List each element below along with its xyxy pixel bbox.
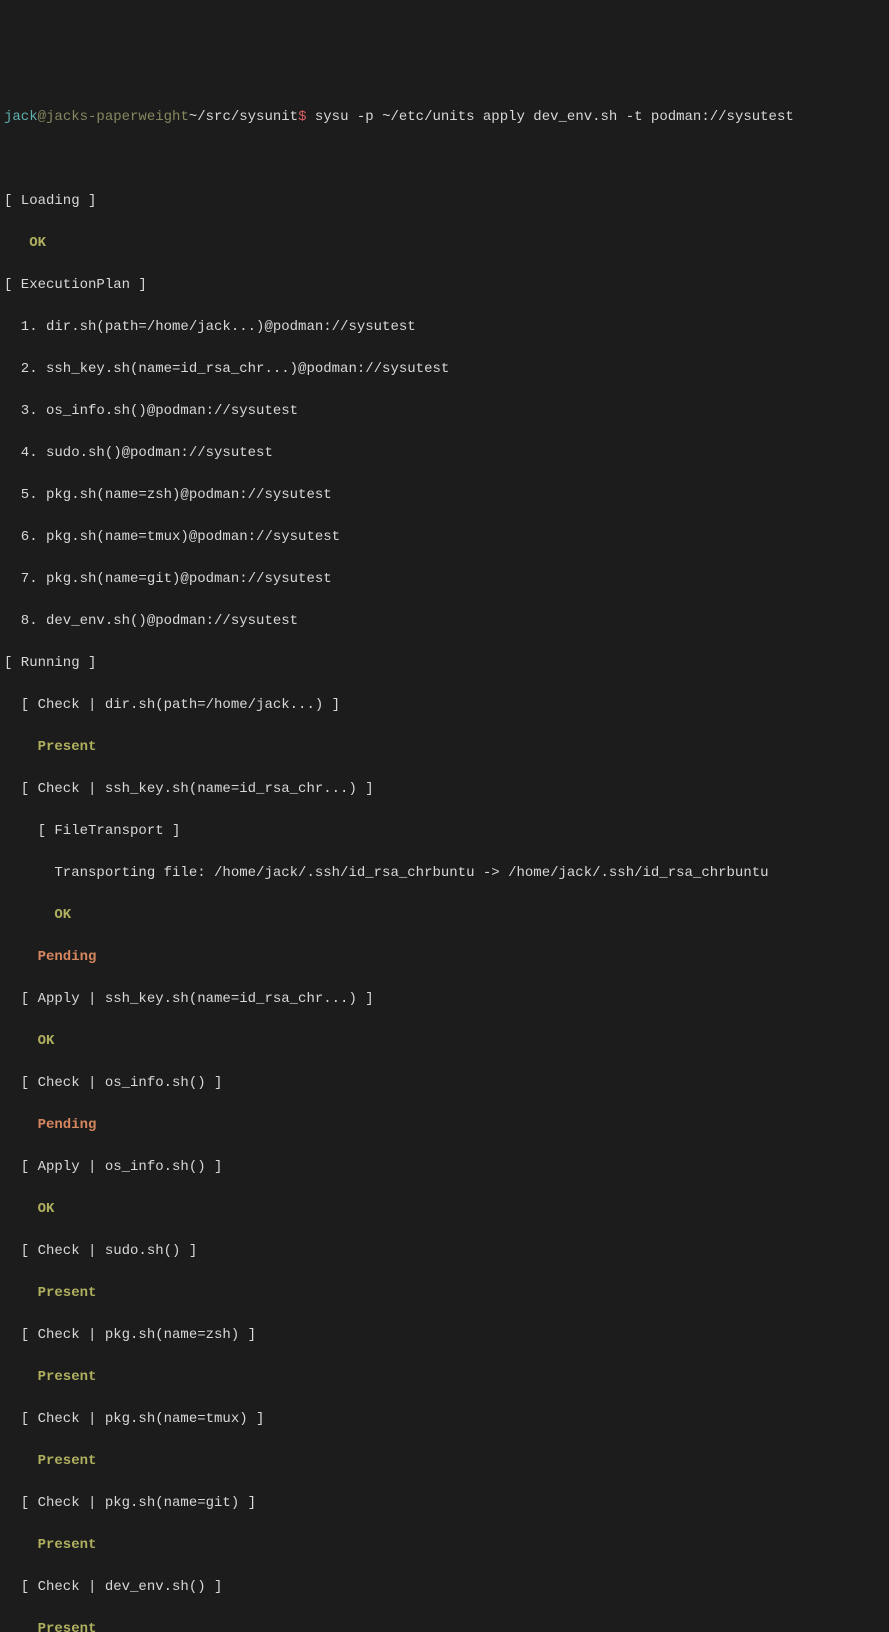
terminal-output: jack@jacks-paperweight~/src/sysunit$ sys… <box>4 86 885 1632</box>
status-pending: Pending <box>4 1115 885 1136</box>
filetransport-detail: Transporting file: /home/jack/.ssh/id_rs… <box>4 863 885 884</box>
apply-step: [ Apply | ssh_key.sh(name=id_rsa_chr...)… <box>4 989 885 1010</box>
prompt-host: jacks-paperweight <box>46 109 189 125</box>
running-header: [ Running ] <box>4 653 885 674</box>
check-step: [ Check | dev_env.sh() ] <box>4 1577 885 1598</box>
apply-step: [ Apply | os_info.sh() ] <box>4 1157 885 1178</box>
plan-item: 5. pkg.sh(name=zsh)@podman://sysutest <box>4 485 885 506</box>
check-step: [ Check | os_info.sh() ] <box>4 1073 885 1094</box>
status-present: Present <box>4 1535 885 1556</box>
prompt-user: jack <box>4 109 38 125</box>
blank-line <box>4 149 885 170</box>
status-present: Present <box>4 737 885 758</box>
status-present: Present <box>4 1283 885 1304</box>
loading-header: [ Loading ] <box>4 191 885 212</box>
filetransport-header: [ FileTransport ] <box>4 821 885 842</box>
check-step: [ Check | pkg.sh(name=zsh) ] <box>4 1325 885 1346</box>
check-step: [ Check | pkg.sh(name=git) ] <box>4 1493 885 1514</box>
status-present: Present <box>4 1367 885 1388</box>
check-step: [ Check | ssh_key.sh(name=id_rsa_chr...)… <box>4 779 885 800</box>
plan-item: 2. ssh_key.sh(name=id_rsa_chr...)@podman… <box>4 359 885 380</box>
plan-item: 1. dir.sh(path=/home/jack...)@podman://s… <box>4 317 885 338</box>
check-step: [ Check | sudo.sh() ] <box>4 1241 885 1262</box>
plan-item: 7. pkg.sh(name=git)@podman://sysutest <box>4 569 885 590</box>
plan-header: [ ExecutionPlan ] <box>4 275 885 296</box>
prompt-at: @ <box>38 109 46 125</box>
filetransport-status: OK <box>4 905 885 926</box>
prompt-command: sysu -p ~/etc/units apply dev_env.sh -t … <box>306 109 793 125</box>
check-step: [ Check | dir.sh(path=/home/jack...) ] <box>4 695 885 716</box>
status-ok: OK <box>4 1199 885 1220</box>
plan-item: 4. sudo.sh()@podman://sysutest <box>4 443 885 464</box>
status-present: Present <box>4 1619 885 1632</box>
plan-item: 8. dev_env.sh()@podman://sysutest <box>4 611 885 632</box>
status-ok: OK <box>4 1031 885 1052</box>
prompt-line[interactable]: jack@jacks-paperweight~/src/sysunit$ sys… <box>4 107 885 128</box>
status-present: Present <box>4 1451 885 1472</box>
check-step: [ Check | pkg.sh(name=tmux) ] <box>4 1409 885 1430</box>
status-pending: Pending <box>4 947 885 968</box>
plan-item: 6. pkg.sh(name=tmux)@podman://sysutest <box>4 527 885 548</box>
plan-item: 3. os_info.sh()@podman://sysutest <box>4 401 885 422</box>
prompt-path: ~/src/sysunit <box>189 109 298 125</box>
loading-status: OK <box>4 233 885 254</box>
